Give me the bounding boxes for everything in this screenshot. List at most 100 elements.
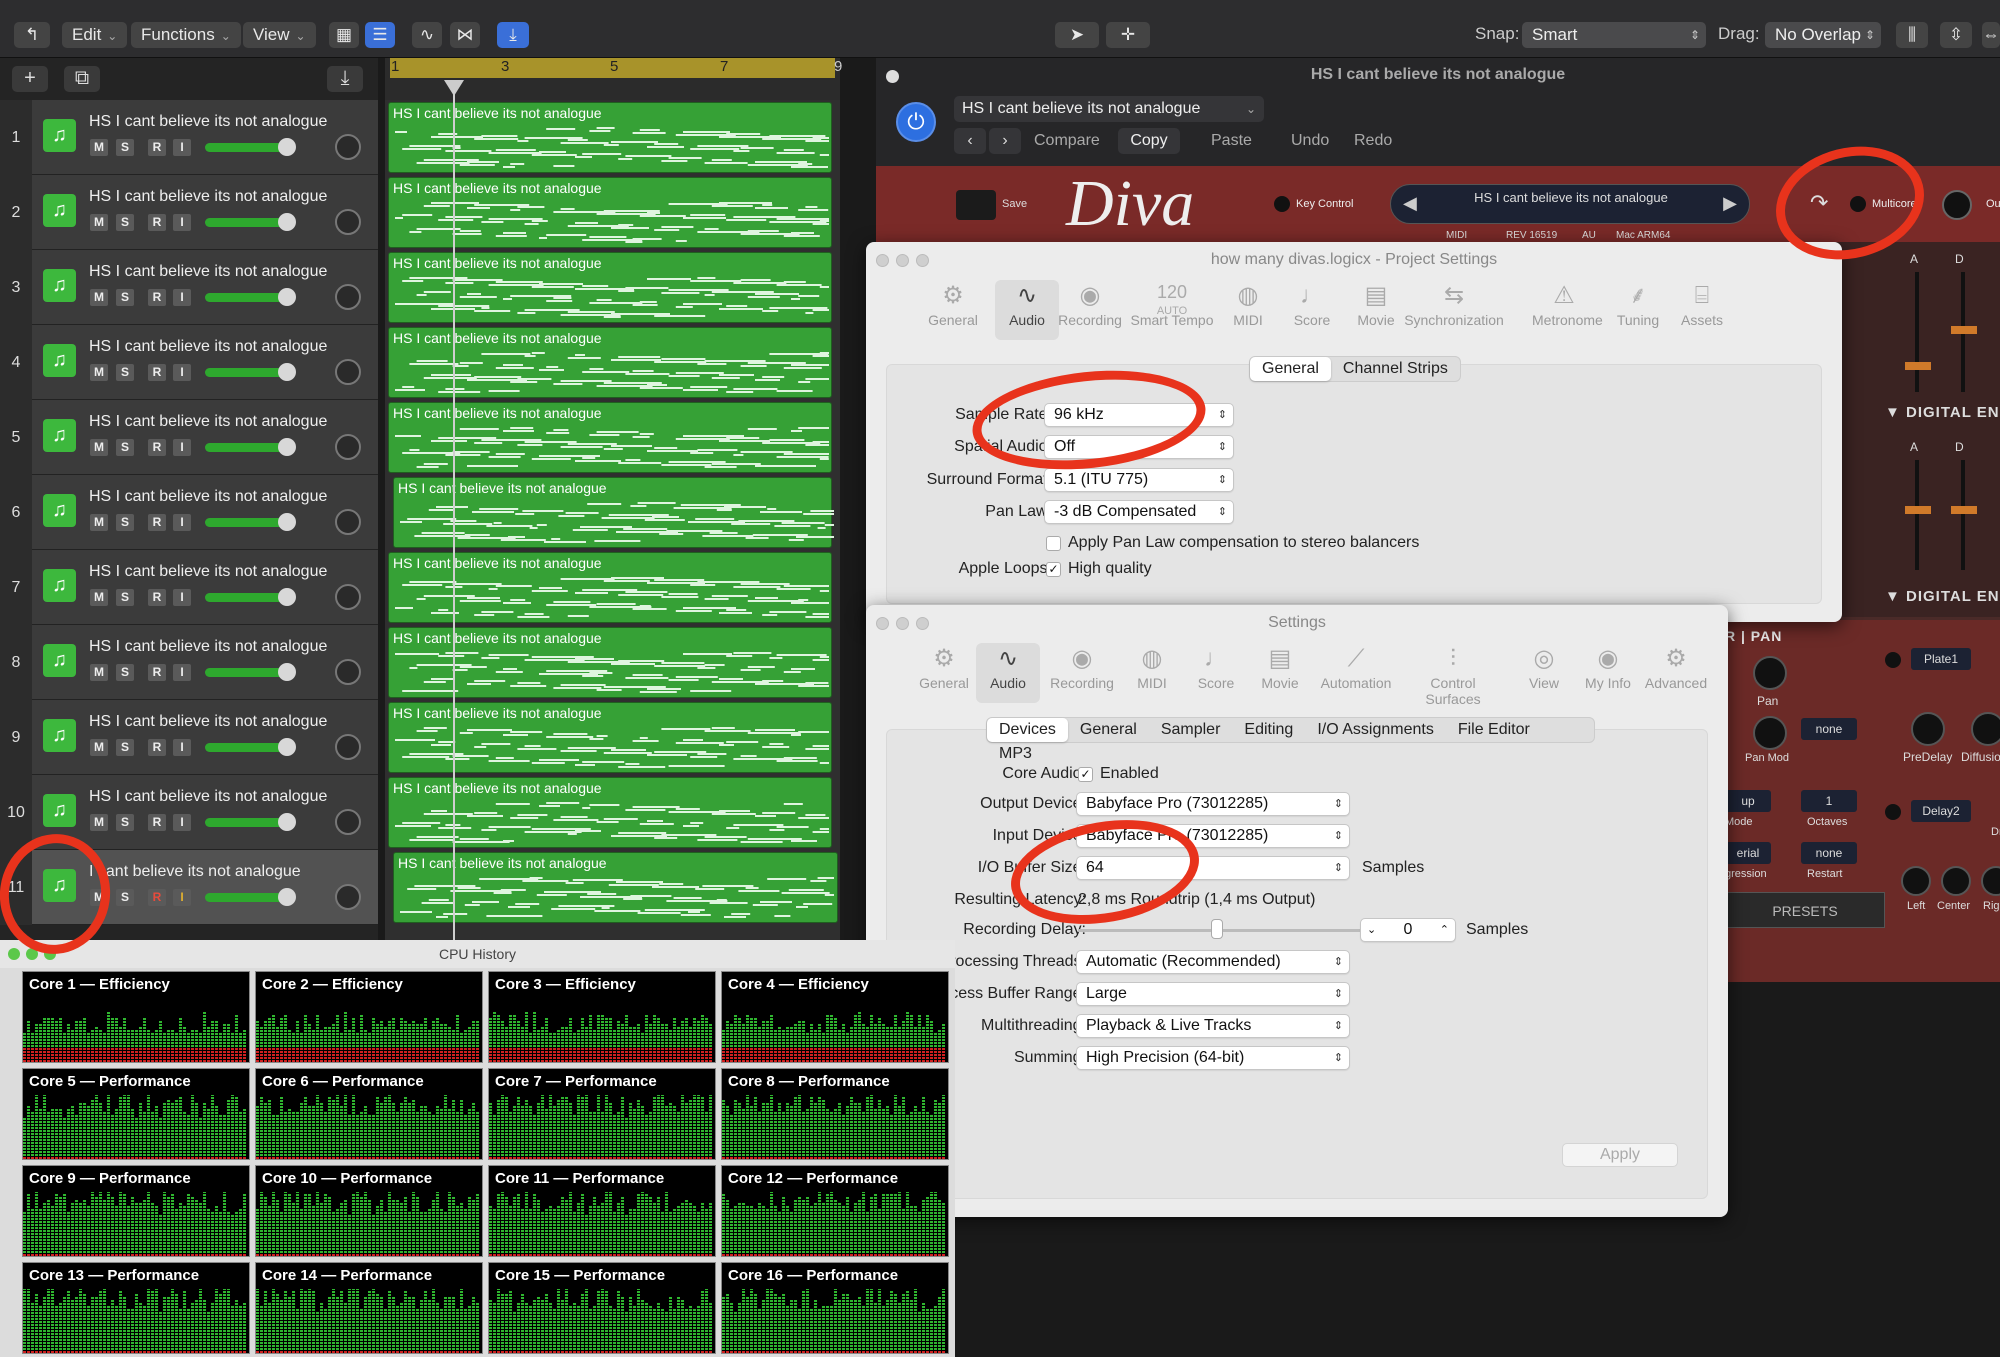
record-enable-button[interactable]: R xyxy=(148,139,166,156)
close-window-icon[interactable] xyxy=(876,254,889,267)
settings-tab-advanced[interactable]: ⚙ Advanced xyxy=(1644,643,1708,703)
track-header[interactable]: 1 ♫ HS I cant believe its not analogue M S R I xyxy=(0,100,378,175)
solo-button[interactable]: S xyxy=(116,739,134,756)
segment-general[interactable]: General xyxy=(1068,718,1149,742)
mute-button[interactable]: M xyxy=(90,139,108,156)
record-enable-button[interactable]: R xyxy=(148,439,166,456)
settings-tab-view[interactable]: ◎ View xyxy=(1512,643,1576,703)
mute-button[interactable]: M xyxy=(90,514,108,531)
volume-fader-thumb[interactable] xyxy=(278,513,296,531)
apply-button[interactable]: Apply xyxy=(1562,1143,1678,1167)
instrument-track-icon[interactable]: ♫ xyxy=(43,194,76,227)
attack-slider-thumb[interactable] xyxy=(1905,506,1931,514)
processing-threads-select[interactable]: Automatic (Recommended) ⇕ xyxy=(1076,950,1350,974)
record-enable-button[interactable]: R xyxy=(148,514,166,531)
core-audio-checkbox[interactable]: ✓ xyxy=(1078,767,1093,782)
recording-delay-stepper[interactable]: ⌄ 0 ⌃ xyxy=(1360,918,1456,942)
track-name[interactable]: HS I cant believe its not analogue xyxy=(89,413,327,431)
record-enable-button[interactable]: R xyxy=(148,589,166,606)
mod-source-select[interactable]: none xyxy=(1801,718,1857,740)
instrument-track-icon[interactable]: ♫ xyxy=(43,794,76,827)
input-monitor-button[interactable]: I xyxy=(173,889,191,906)
input-monitor-button[interactable]: I xyxy=(173,139,191,156)
segment-file-editor[interactable]: File Editor xyxy=(1446,718,1542,742)
record-enable-button[interactable]: R xyxy=(148,889,166,906)
instrument-track-icon[interactable]: ♫ xyxy=(43,344,76,377)
decay-slider[interactable] xyxy=(1961,460,1965,570)
volume-fader-thumb[interactable] xyxy=(278,288,296,306)
decay-slider-thumb[interactable] xyxy=(1951,506,1977,514)
volume-fader-thumb[interactable] xyxy=(278,438,296,456)
project-settings-segments[interactable]: General Channel Strips xyxy=(1249,356,1461,382)
volume-fader-thumb[interactable] xyxy=(278,138,296,156)
solo-button[interactable]: S xyxy=(116,289,134,306)
solo-button[interactable]: S xyxy=(116,364,134,381)
settings-tab-recording[interactable]: ◉ Recording xyxy=(1050,643,1114,703)
plus-tool-icon[interactable]: ✛ xyxy=(1106,22,1150,48)
pan-law-select[interactable]: -3 dB Compensated ⇕ xyxy=(1044,500,1234,524)
input-monitor-button[interactable]: I xyxy=(173,214,191,231)
track-name[interactable]: HS I cant believe its not analogue xyxy=(89,713,327,731)
project-settings-tab-synchronization[interactable]: ⇆ Synchronization xyxy=(1404,280,1504,340)
record-enable-button[interactable]: R xyxy=(148,664,166,681)
input-monitor-button[interactable]: I xyxy=(173,664,191,681)
project-settings-tab-midi[interactable]: ◍ MIDI xyxy=(1216,280,1280,340)
input-monitor-button[interactable]: I xyxy=(173,589,191,606)
instrument-track-icon[interactable]: ♫ xyxy=(43,644,76,677)
solo-button[interactable]: S xyxy=(116,664,134,681)
settings-tab-control-surfaces[interactable]: ⫶ Control Surfaces xyxy=(1401,643,1505,707)
input-monitor-button[interactable]: I xyxy=(173,739,191,756)
center-knob[interactable] xyxy=(1941,866,1971,896)
project-settings-tab-score[interactable]: ♩ Score xyxy=(1280,280,1344,340)
settings-tab-midi[interactable]: ◍ MIDI xyxy=(1120,643,1184,703)
pan-knob[interactable] xyxy=(335,734,361,760)
increment-icon[interactable]: ⌃ xyxy=(1440,919,1449,941)
input-monitor-button[interactable]: I xyxy=(173,514,191,531)
segment-io-assignments[interactable]: I/O Assignments xyxy=(1305,718,1446,742)
pan-mod-knob[interactable] xyxy=(1753,716,1787,750)
volume-fader-thumb[interactable] xyxy=(278,813,296,831)
pan-knob[interactable] xyxy=(335,884,361,910)
summing-select[interactable]: High Precision (64-bit) ⇕ xyxy=(1076,1046,1350,1070)
next-patch-icon[interactable]: ▶ xyxy=(1723,193,1737,214)
record-enable-button[interactable]: R xyxy=(148,289,166,306)
output-device-select[interactable]: Babyface Pro (73012285) ⇕ xyxy=(1076,792,1350,816)
drag-select[interactable]: No Overlap ⇕ xyxy=(1765,22,1881,48)
track-header[interactable]: 6 ♫ HS I cant believe its not analogue M S R I xyxy=(0,475,378,550)
pan-knob[interactable] xyxy=(335,209,361,235)
segment-general[interactable]: General xyxy=(1250,357,1331,381)
instrument-track-icon[interactable]: ♫ xyxy=(43,119,76,152)
segment-devices[interactable]: Devices xyxy=(987,718,1068,742)
record-enable-button[interactable]: R xyxy=(148,814,166,831)
process-buffer-select[interactable]: Large ⇕ xyxy=(1076,982,1350,1006)
previous-preset-icon[interactable]: ‹ xyxy=(954,128,986,154)
compare-button[interactable]: Compare xyxy=(1034,132,1100,150)
track-name[interactable]: HS I cant believe its not analogue xyxy=(89,188,327,206)
functions-menu[interactable]: Functions ⌄ xyxy=(131,22,241,48)
settings-tab-score[interactable]: ♩ Score xyxy=(1184,643,1248,703)
add-track-button[interactable]: + xyxy=(12,66,48,92)
mute-button[interactable]: M xyxy=(90,214,108,231)
volume-fader-thumb[interactable] xyxy=(278,888,296,906)
diffusion-knob[interactable] xyxy=(1971,712,2000,746)
instrument-track-icon[interactable]: ♫ xyxy=(43,419,76,452)
output-knob[interactable] xyxy=(1942,190,1972,220)
serial-select[interactable]: erial xyxy=(1725,842,1771,864)
mute-button[interactable]: M xyxy=(90,664,108,681)
mute-button[interactable]: M xyxy=(90,814,108,831)
surround-format-select[interactable]: 5.1 (ITU 775) ⇕ xyxy=(1044,468,1234,492)
automation-icon[interactable]: ∿ xyxy=(412,22,442,48)
solo-button[interactable]: S xyxy=(116,139,134,156)
zoom-window-icon[interactable] xyxy=(916,254,929,267)
paste-button[interactable]: Paste xyxy=(1211,132,1252,150)
zoom-window-icon[interactable] xyxy=(916,617,929,630)
track-name[interactable]: HS I cant believe its not analogue xyxy=(89,638,327,656)
solo-button[interactable]: S xyxy=(116,889,134,906)
settings-tab-movie[interactable]: ▤ Movie xyxy=(1248,643,1312,703)
attack-slider-thumb[interactable] xyxy=(1905,362,1931,370)
solo-button[interactable]: S xyxy=(116,589,134,606)
project-settings-tab-tuning[interactable]: ⸙ Tuning xyxy=(1606,280,1670,340)
mute-button[interactable]: M xyxy=(90,439,108,456)
input-monitor-button[interactable]: I xyxy=(173,814,191,831)
record-enable-button[interactable]: R xyxy=(148,214,166,231)
